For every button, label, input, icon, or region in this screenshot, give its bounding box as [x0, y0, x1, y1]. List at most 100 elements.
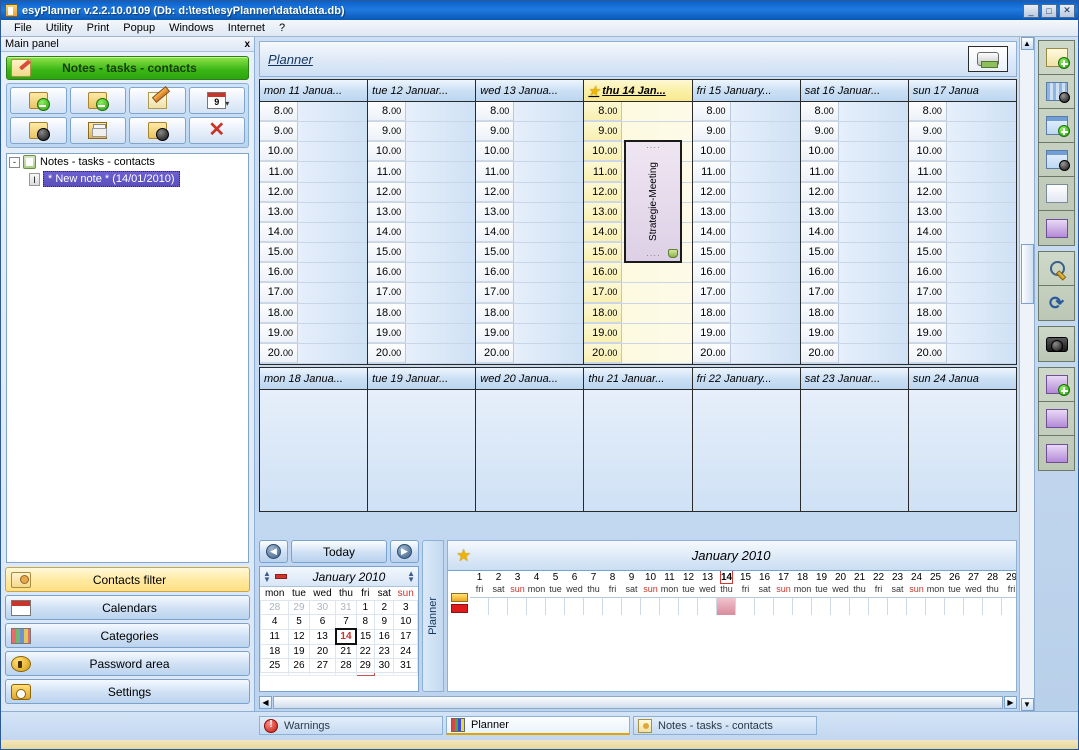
layer-view-button[interactable] [1039, 402, 1074, 436]
hour-slot[interactable]: 9. 00 [692, 122, 800, 143]
calendar-day[interactable]: 27 [308, 658, 337, 673]
timeline-grid-cell[interactable] [660, 598, 679, 615]
status-tab-notes[interactable]: Notes - tasks - contacts [633, 716, 817, 735]
hour-slot[interactable]: 16. 00 [800, 263, 908, 284]
prev-button[interactable]: ◀ [259, 540, 288, 563]
calendar-day[interactable]: 12 [288, 628, 310, 645]
table-settings-button[interactable] [1039, 143, 1074, 177]
hour-slot-area[interactable] [298, 102, 367, 121]
calendar-day[interactable]: 22 [355, 643, 376, 659]
hour-slot[interactable]: 19. 00 [476, 323, 584, 344]
hour-slot-area[interactable] [947, 122, 1016, 141]
hour-slot[interactable]: 18. 00 [800, 303, 908, 324]
appointment-block[interactable]: ···· Strategie-Meeting ···· [624, 139, 683, 264]
hour-slot-area[interactable] [947, 142, 1016, 161]
hour-slot-area[interactable] [514, 183, 583, 202]
new-table-button[interactable] [1039, 109, 1074, 143]
timeline-grid-cell[interactable] [546, 598, 565, 615]
hour-slot[interactable]: 14. 00 [800, 222, 908, 244]
hour-slot[interactable]: 9. 00 [260, 122, 368, 143]
hour-slot[interactable]: 9. 00 [368, 122, 476, 143]
day-body[interactable] [476, 390, 584, 511]
calendar-day[interactable]: 11 [259, 628, 290, 645]
hour-slot[interactable]: 16. 00 [260, 263, 368, 284]
search-button[interactable] [1039, 252, 1074, 286]
hour-slot-area[interactable] [731, 142, 800, 161]
hour-slot-area[interactable] [839, 263, 908, 282]
timeline-day-number[interactable]: 28 [983, 571, 1002, 583]
mail-button[interactable] [1039, 177, 1074, 211]
timeline-grid-cell[interactable] [755, 598, 774, 615]
day-column[interactable]: fri 22 January... [692, 368, 801, 511]
timeline-day-number[interactable]: 18 [793, 571, 812, 583]
hour-slot-area[interactable] [298, 203, 367, 222]
refresh-button[interactable]: ⟳ [1039, 286, 1074, 320]
scroll-left-button[interactable]: ◀ [259, 695, 272, 709]
scroll-down-button[interactable]: ▼ [1020, 698, 1034, 711]
hour-slot[interactable]: 20. 00 [800, 343, 908, 364]
hour-slot-area[interactable] [731, 283, 800, 302]
hour-slot[interactable]: 17. 00 [908, 283, 1016, 304]
day-body[interactable]: 8. 00 9. 00 10. 00 11. 00 12. 00 13. 00 14. 00 15. 00 16… [908, 102, 1016, 364]
hour-slot-area[interactable] [947, 263, 1016, 282]
hour-slot[interactable]: 11. 00 [368, 162, 476, 183]
timeline-grid-cell[interactable] [603, 598, 622, 615]
day-column[interactable]: sun 17 Janua 8. 00 9. 00 10. 00 11. 00 12. 00 13. 00… [908, 80, 1016, 364]
hour-slot[interactable]: 16. 00 [692, 263, 800, 284]
day-body[interactable] [908, 390, 1016, 511]
hour-slot[interactable]: 12. 00 [908, 182, 1016, 203]
timeline-day-number[interactable]: 3 [508, 571, 527, 583]
close-icon[interactable]: x [244, 39, 250, 50]
hour-slot-area[interactable] [839, 223, 908, 242]
timeline-grid-cell[interactable] [641, 598, 660, 615]
day-header[interactable]: tue 12 Januar... [368, 80, 476, 102]
hour-slot-area[interactable] [298, 122, 367, 141]
calendar-day[interactable] [335, 672, 357, 676]
calendar-day[interactable]: 29 [288, 600, 310, 615]
day-column[interactable]: mon 11 Janua... 8. 00 9. 00 10. 00 11. 00 12. 00 13… [260, 80, 369, 364]
hour-slot-area[interactable] [731, 162, 800, 181]
hour-slot[interactable]: 16. 00 [368, 263, 476, 284]
hour-slot-area[interactable] [298, 223, 367, 242]
timeline-day-number[interactable]: 12 [679, 571, 698, 583]
hour-slot-area[interactable] [406, 344, 475, 363]
hour-slot-area[interactable] [514, 122, 583, 141]
hour-slot[interactable]: 17. 00 [584, 283, 692, 304]
hour-slot-area[interactable] [839, 243, 908, 262]
timeline-grid-cell[interactable] [1002, 598, 1016, 615]
hour-slot-area[interactable] [839, 283, 908, 302]
hour-slot-area[interactable] [514, 223, 583, 242]
timeline-grid-cell[interactable] [698, 598, 717, 615]
calendar-day-selected[interactable]: 14 [334, 628, 358, 645]
hour-slot[interactable]: 18. 00 [368, 303, 476, 324]
hour-slot[interactable]: 12. 00 [368, 182, 476, 203]
hour-slot-area[interactable] [406, 142, 475, 161]
hour-slot[interactable]: 14. 00 [476, 222, 584, 244]
export-note-button[interactable] [129, 117, 186, 144]
hour-slot-area[interactable] [731, 304, 800, 323]
calendar-day[interactable] [393, 672, 418, 676]
new-folder-button[interactable] [10, 87, 67, 114]
calendar-day[interactable]: 25 [259, 658, 290, 673]
hour-slot[interactable]: 8. 00 [692, 102, 800, 123]
hour-slot-area[interactable] [298, 263, 367, 282]
day-header[interactable]: mon 18 Janua... [260, 368, 368, 390]
day-header[interactable]: sat 16 Januar... [800, 80, 908, 102]
menu-item-print[interactable]: Print [80, 21, 117, 35]
hour-slot-area[interactable] [947, 243, 1016, 262]
new-document-button[interactable] [1039, 41, 1074, 75]
tab-planner-vertical[interactable]: Planner [422, 540, 444, 692]
hour-slot[interactable]: 16. 00 [476, 263, 584, 284]
vertical-scrollbar[interactable]: ▲ ▼ [1019, 37, 1034, 711]
timeline-grid-cell[interactable] [774, 598, 793, 615]
calendar-day[interactable]: 8 [355, 614, 376, 630]
day-header[interactable]: sat 23 Januar... [800, 368, 908, 390]
sidebar-item-contacts-filter[interactable]: Contacts filter [5, 567, 250, 592]
timeline-day-number[interactable]: 1 [470, 571, 489, 583]
day-header[interactable]: wed 13 Janua... [476, 80, 584, 102]
hour-slot-area[interactable] [731, 223, 800, 242]
hour-slot[interactable]: 10. 00 [368, 142, 476, 163]
hour-slot-area[interactable] [731, 122, 800, 141]
day-body[interactable]: 8. 00 9. 00 10. 00 11. 00 12. 00 13. 00 14. 00 15. 00 16… [476, 102, 584, 364]
hour-slot[interactable]: 17. 00 [800, 283, 908, 304]
